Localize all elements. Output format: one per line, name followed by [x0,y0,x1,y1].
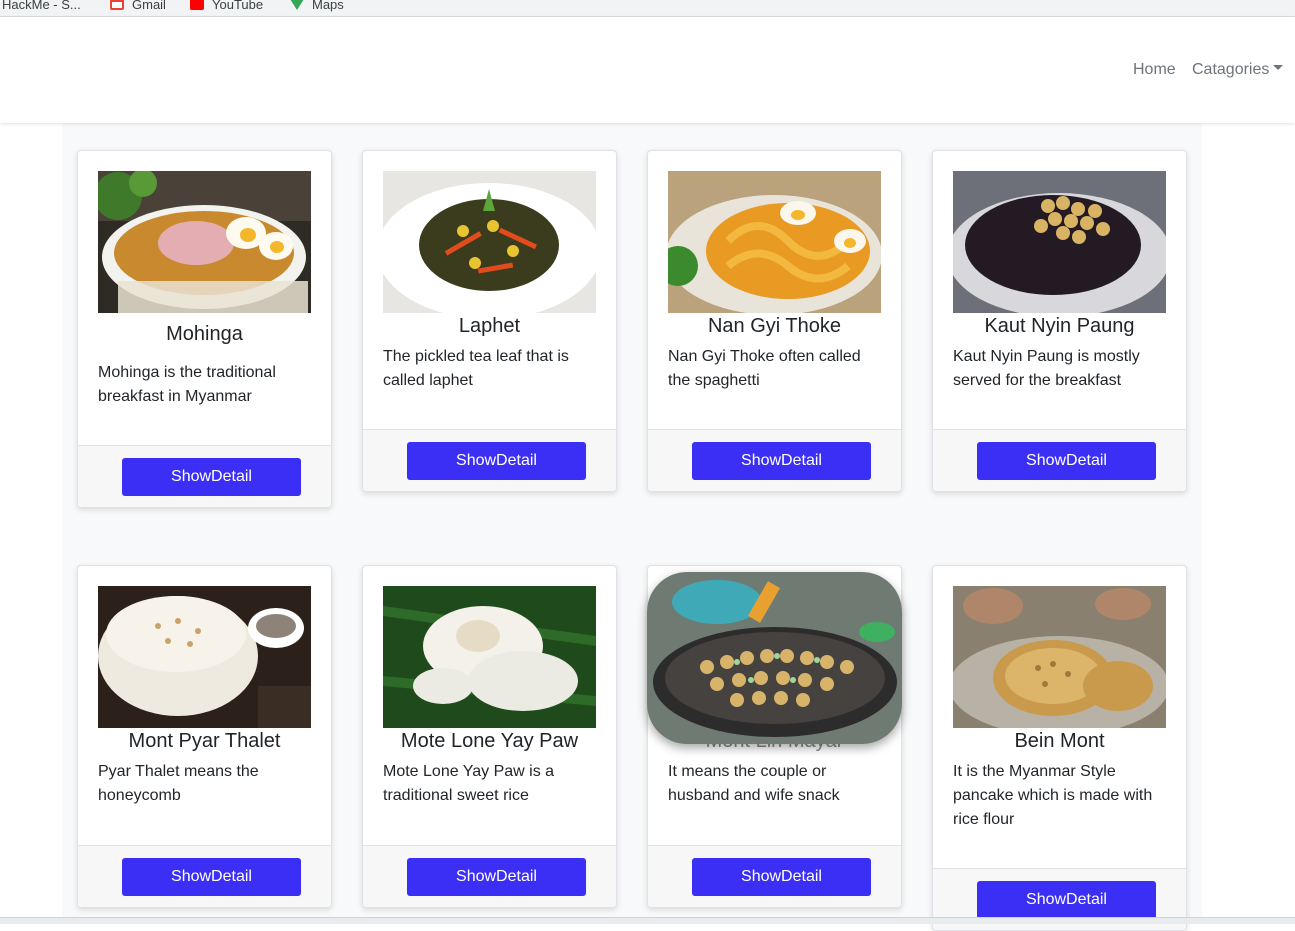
bookmark-maps[interactable]: Maps [290,0,344,14]
show-detail-button[interactable]: ShowDetail [122,458,301,496]
food-image-laphet [383,171,596,313]
show-detail-button[interactable]: ShowDetail [977,881,1156,919]
bookmark-label: YouTube [212,0,264,12]
maps-icon [290,0,304,10]
site-navbar: Home Catagories [0,17,1295,123]
bookmark-label: Maps [312,0,344,12]
card-footer: ShowDetail [78,445,331,507]
bookmark-gmail[interactable]: Gmail [110,0,166,14]
card-text: Nan Gyi Thoke often called the spaghetti [668,348,861,389]
card-title: Bein Mont [1014,730,1105,752]
card-footer: ShowDetail [363,845,616,907]
food-card-mote-lone-yay-paw: Mote Lone Yay Paw Mote Lone Yay Paw is a… [362,565,617,908]
food-image-kaut-nyin-paung [953,171,1166,313]
nav-categories-label: Catagories [1192,61,1270,78]
bookmark-hackme[interactable]: HackMe - S... [2,0,81,14]
bookmark-label: HackMe - S... [2,0,81,12]
card-title: Nan Gyi Thoke [707,315,842,337]
show-detail-button[interactable]: ShowDetail [407,858,586,896]
card-text: It means the couple or husband and wife … [668,763,840,804]
window-bottom-edge [0,917,1295,924]
card-text: Kaut Nyin Paung is mostly served for the… [953,348,1140,389]
card-text: Mote Lone Yay Paw is a traditional sweet… [383,763,555,804]
nav-categories-dropdown[interactable]: Catagories [1192,61,1284,79]
food-image-mohinga [98,171,311,313]
card-footer: ShowDetail [648,845,901,907]
food-card-mohinga: Mohinga Mohinga is the traditional break… [77,150,332,508]
show-detail-button[interactable]: ShowDetail [407,442,586,480]
card-text: It is the Myanmar Style pancake which is… [953,763,1153,828]
nav-home-link[interactable]: Home [1133,61,1176,79]
show-detail-button[interactable]: ShowDetail [122,858,301,896]
food-image-mont-pyar-thalet [98,586,311,728]
bookmarks-bar: HackMe - S... Gmail YouTube Maps [0,0,1295,17]
show-detail-button[interactable]: ShowDetail [692,858,871,896]
card-text: Mohinga is the traditional breakfast in … [98,364,276,405]
card-title: Mote Lone Yay Paw [400,730,579,752]
food-image-nan-gyi-thoke [668,171,881,313]
card-title: Mont Pyar Thalet [128,730,281,752]
food-image-mont-lin-mayar [647,572,902,744]
show-detail-button[interactable]: ShowDetail [977,442,1156,480]
food-card-mont-lin-mayar: Mont Lin Mayar It means the couple or hu… [647,565,902,908]
food-card-mont-pyar-thalet: Mont Pyar Thalet Pyar Thalet means the h… [77,565,332,908]
card-text: Pyar Thalet means the honeycomb [98,763,259,804]
card-footer: ShowDetail [78,845,331,907]
card-footer: ShowDetail [933,429,1186,491]
card-title: Mohinga [166,323,243,345]
bookmark-youtube[interactable]: YouTube [190,0,263,14]
card-title: Laphet [458,315,521,337]
chevron-down-icon [1273,65,1284,71]
food-image-bein-mont [953,586,1166,728]
card-text: The pickled tea leaf that is called laph… [383,348,569,389]
food-card-bein-mont: Bein Mont It is the Myanmar Style pancak… [932,565,1187,931]
card-title: Kaut Nyin Paung [984,315,1135,337]
food-card-kaut-nyin-paung: Kaut Nyin Paung Kaut Nyin Paung is mostl… [932,150,1187,492]
gmail-icon [110,0,124,10]
food-image-mote-lone-yay-paw [383,586,596,728]
youtube-icon [190,0,204,10]
food-card-laphet: Laphet The pickled tea leaf that is call… [362,150,617,492]
bookmark-label: Gmail [132,0,166,12]
food-card-nan-gyi-thoke: Nan Gyi Thoke Nan Gyi Thoke often called… [647,150,902,492]
show-detail-button[interactable]: ShowDetail [692,442,871,480]
card-footer: ShowDetail [363,429,616,491]
card-footer: ShowDetail [648,429,901,491]
